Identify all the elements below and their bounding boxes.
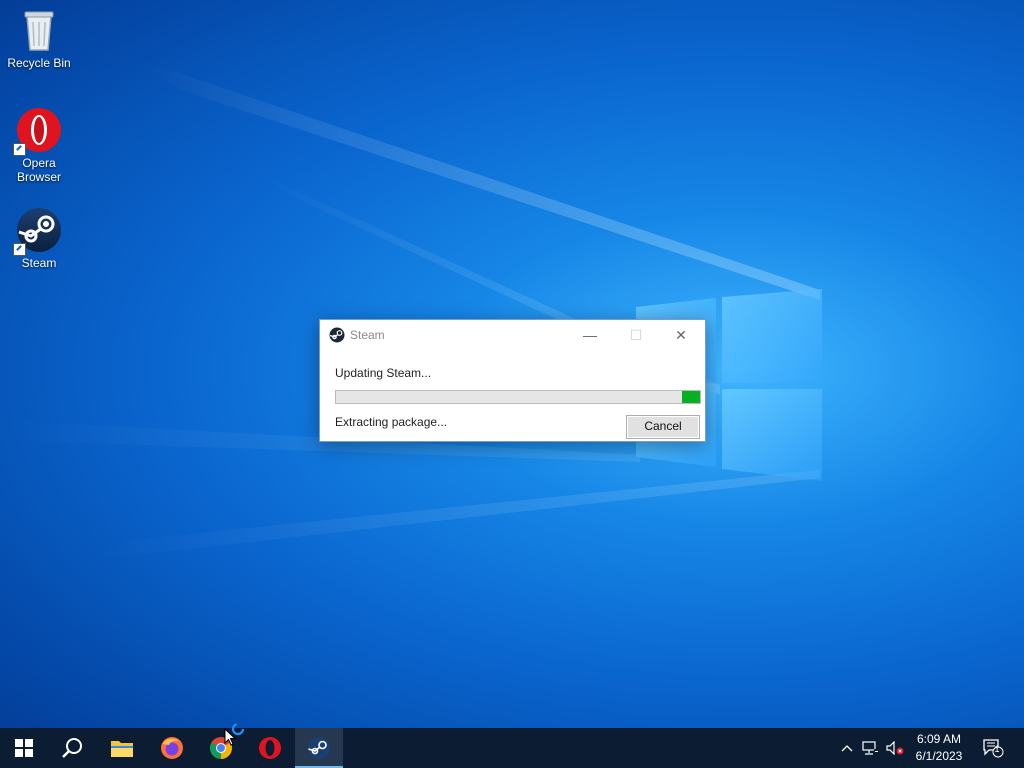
taskbar-clock[interactable]: 6:09 AM 6/1/2023 [906,731,972,765]
network-tray-button[interactable] [860,728,882,768]
progress-fill [681,391,700,403]
desktop-icon-recycle-bin[interactable]: Recycle Bin [0,6,78,70]
desktop-icon-steam[interactable]: Steam [0,206,78,270]
opera-icon [259,737,281,759]
desktop-icon-label: Opera Browser [16,156,61,184]
show-hidden-icons-button[interactable] [838,728,856,768]
taskbar: 6:09 AM 6/1/2023 1 [0,728,1024,768]
opera-icon [13,106,63,156]
clock-time: 6:09 AM [916,732,962,746]
desktop-icon-label: Recycle Bin [7,56,71,70]
notification-count-badge: 1 [994,744,1000,754]
shortcut-arrow-icon [13,243,26,256]
firefox-icon [161,737,183,759]
close-button[interactable]: ✕ [658,320,704,350]
maximize-button[interactable]: ☐ [613,320,659,350]
clock-date: 6/1/2023 [915,749,963,763]
steam-update-dialog: Steam — ☐ ✕ Updating Steam... Extracting… [319,319,706,442]
dialog-title: Steam [350,328,385,342]
search-button[interactable] [48,728,96,768]
shortcut-arrow-icon [13,143,26,156]
dialog-titlebar[interactable]: Steam — ☐ ✕ [320,320,705,350]
start-button[interactable] [0,728,48,768]
minimize-button[interactable]: — [567,320,613,350]
network-icon [862,741,880,755]
desktop-icon-opera[interactable]: Opera Browser [0,106,78,184]
taskbar-opera[interactable] [246,728,294,768]
update-status-text: Updating Steam... [335,366,432,380]
steam-icon [13,206,63,256]
volume-muted-icon [886,741,904,755]
chevron-up-icon [841,745,853,752]
start-icon [15,739,33,757]
search-icon [62,738,82,758]
taskbar-steam[interactable] [295,728,343,768]
update-progress-bar [335,390,701,404]
mouse-cursor-icon [224,722,245,746]
steam-icon [308,737,330,759]
taskbar-file-explorer[interactable] [98,728,146,768]
desktop-icon-label: Steam [21,256,57,270]
cancel-button[interactable]: Cancel [626,415,700,439]
action-center-button[interactable]: 1 [978,728,1008,768]
volume-tray-button[interactable] [884,728,906,768]
steam-icon [329,327,345,343]
update-substatus-text: Extracting package... [335,415,448,429]
file-explorer-icon [111,741,133,757]
recycle-bin-icon [15,6,63,54]
taskbar-firefox[interactable] [148,728,196,768]
